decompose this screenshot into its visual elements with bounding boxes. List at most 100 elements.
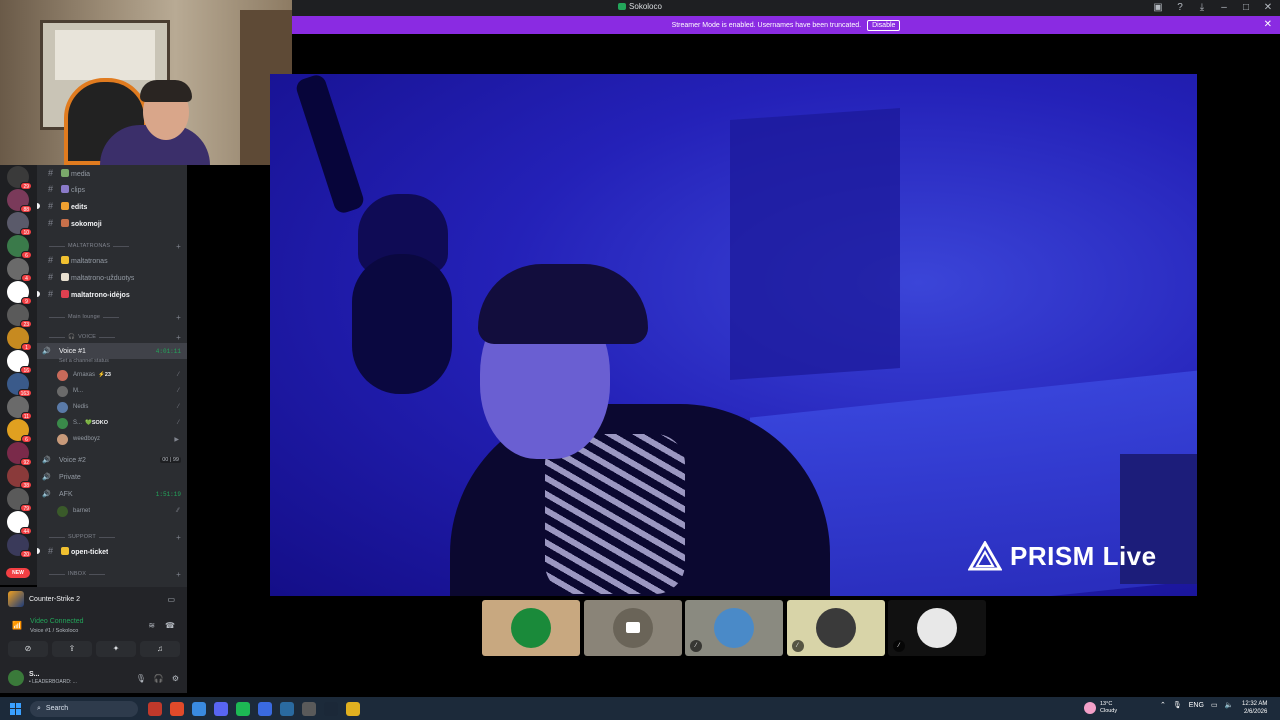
- close-banner-icon[interactable]: ✕: [1264, 19, 1272, 30]
- add-channel-icon[interactable]: +: [176, 570, 181, 579]
- voice-status[interactable]: Video Connected: [30, 618, 84, 625]
- server-icon[interactable]: 10: [7, 212, 32, 236]
- close-window-icon[interactable]: ✕: [1262, 2, 1274, 14]
- taskbar-search[interactable]: ⌕ Search: [30, 700, 138, 717]
- server-icon[interactable]: 6: [7, 235, 32, 259]
- add-channel-icon[interactable]: +: [176, 333, 181, 342]
- headphones-icon[interactable]: 🎧: [154, 674, 164, 683]
- participant-tile[interactable]: ⁄: [888, 600, 986, 656]
- server-icon[interactable]: 20: [7, 534, 32, 558]
- monitor-icon[interactable]: ▭: [167, 595, 175, 604]
- voice-channel-afk[interactable]: 🔊 AFK 1:51:19: [37, 486, 187, 502]
- voice-member[interactable]: M... ⁄: [57, 383, 185, 399]
- add-channel-icon[interactable]: +: [176, 313, 181, 322]
- voice-channel-private[interactable]: 🔊 Private: [37, 469, 187, 485]
- help-icon[interactable]: ?: [1174, 2, 1186, 14]
- mic-tray-icon[interactable]: 🎙: [1173, 701, 1182, 709]
- volume-icon[interactable]: 🔈: [1225, 701, 1234, 709]
- microphone: [352, 254, 452, 394]
- taskbar-app-icon[interactable]: [302, 701, 316, 716]
- voice-channel-2[interactable]: 🔊 Voice #2 00 | 99: [37, 452, 187, 468]
- server-icon[interactable]: 29: [7, 166, 32, 190]
- voice-member[interactable]: Arnaxas ⚡23 ⁄: [57, 367, 185, 383]
- noise-suppression-icon[interactable]: ≋: [148, 621, 155, 630]
- disconnect-icon[interactable]: ☎: [165, 621, 175, 630]
- maximize-icon[interactable]: □: [1240, 2, 1252, 14]
- mic-muted-icon: ⁄: [690, 640, 702, 652]
- channel-media[interactable]: # media: [37, 165, 187, 181]
- voice-member[interactable]: weedboyz ▶: [57, 431, 185, 447]
- chevron-up-icon[interactable]: ⌃: [1160, 701, 1166, 709]
- minimize-icon[interactable]: –: [1218, 2, 1230, 14]
- server-icon[interactable]: 16: [7, 350, 32, 374]
- add-channel-icon[interactable]: +: [176, 533, 181, 542]
- participant-tile[interactable]: ⁄: [685, 600, 783, 656]
- participant-tile[interactable]: [482, 600, 580, 656]
- channel-maltatronas[interactable]: # maltatronas: [37, 252, 187, 268]
- server-icon[interactable]: 92: [7, 442, 32, 466]
- gear-icon[interactable]: ⚙: [172, 674, 179, 683]
- disable-streamer-mode-button[interactable]: Disable: [867, 19, 901, 31]
- weather-widget[interactable]: 13°C Cloudy: [1084, 699, 1154, 717]
- taskbar-app-icon[interactable]: [170, 701, 184, 716]
- speaker-icon: 🔊: [42, 491, 51, 498]
- server-icon[interactable]: 44: [7, 511, 32, 535]
- taskbar-app-icon[interactable]: [192, 701, 206, 716]
- download-icon[interactable]: ⤓: [1196, 2, 1208, 14]
- add-channel-icon[interactable]: +: [176, 242, 181, 251]
- soundboard-button[interactable]: ♫: [140, 641, 180, 657]
- game-activity[interactable]: Counter-Strike 2 ▭: [0, 587, 187, 611]
- share-screen-button[interactable]: ⇪: [52, 641, 92, 657]
- microphone-icon[interactable]: 🎙: [136, 674, 146, 683]
- server-icon[interactable]: 4: [7, 258, 32, 282]
- deafened-icon: ⁄⁄: [176, 508, 179, 514]
- participant-tile[interactable]: ⁄: [786, 600, 885, 656]
- category-main-lounge[interactable]: Main lounge +: [49, 310, 185, 324]
- category-support[interactable]: SUPPORT +: [49, 530, 185, 544]
- channel-edits[interactable]: # edits: [37, 198, 187, 214]
- server-icon[interactable]: 88: [7, 189, 32, 213]
- channel-clips[interactable]: # clips: [37, 181, 187, 197]
- category-inbox[interactable]: INBOX +: [49, 567, 185, 581]
- activities-button[interactable]: ✦: [96, 641, 136, 657]
- server-icon[interactable]: 38: [7, 465, 32, 489]
- voice-member[interactable]: S... 💚SOKO ⁄: [57, 415, 185, 431]
- language-indicator[interactable]: ENG: [1189, 702, 1204, 709]
- taskbar-app-icon[interactable]: [214, 701, 228, 716]
- server-icon[interactable]: 9: [7, 281, 32, 305]
- participant-tile[interactable]: [583, 600, 682, 656]
- taskbar-app-icon[interactable]: [280, 701, 294, 716]
- taskbar-clock[interactable]: 12:32 AM 2/6/2026: [1242, 700, 1267, 716]
- channel-uzduotys[interactable]: # maltatrono-užduotys: [37, 269, 187, 285]
- network-icon[interactable]: ▭: [1211, 701, 1218, 709]
- windows-start-icon[interactable]: [10, 702, 22, 715]
- taskbar-app-icon[interactable]: [346, 701, 360, 716]
- server-icon[interactable]: 79: [7, 488, 32, 512]
- taskbar-app-icon[interactable]: [258, 701, 272, 716]
- taskbar-app-icon[interactable]: [236, 701, 250, 716]
- server-icon[interactable]: 6: [7, 419, 32, 443]
- title-bar-controls: ▣ ? ⤓ – □ ✕: [1152, 2, 1274, 14]
- category-maltatronas[interactable]: MALTATRONAS +: [49, 239, 185, 253]
- server-icon[interactable]: 23: [7, 304, 32, 328]
- channel-open-ticket[interactable]: # open-ticket: [37, 543, 187, 559]
- voice-member[interactable]: Nedis ⁄: [57, 399, 185, 415]
- inbox-icon[interactable]: ▣: [1152, 2, 1164, 14]
- server-icon[interactable]: 11: [7, 396, 32, 420]
- category-voice[interactable]: 🎧 VOICE +: [49, 330, 185, 344]
- afk-member[interactable]: barnet ⁄⁄: [57, 503, 185, 519]
- new-badge[interactable]: NEW: [6, 568, 30, 578]
- user-avatar[interactable]: [8, 670, 24, 686]
- channel-status-prompt[interactable]: Set a channel status: [59, 358, 109, 364]
- signal-icon[interactable]: 📶: [12, 621, 22, 630]
- channel-idejos[interactable]: # maltatrono-idėjos: [37, 286, 187, 302]
- toggle-camera-button[interactable]: ⊘: [8, 641, 48, 657]
- taskbar-app-icon[interactable]: [148, 701, 162, 716]
- voice-channel-1[interactable]: 🔊 Voice #1 4:01:11: [37, 343, 187, 359]
- taskbar-app-icon[interactable]: [324, 701, 338, 716]
- voice-channel-path[interactable]: Voice #1 / Sokoloco: [30, 628, 78, 634]
- server-icon[interactable]: 1: [7, 327, 32, 351]
- stream-video[interactable]: PRISM Live: [270, 74, 1197, 596]
- server-icon[interactable]: 163: [7, 373, 32, 397]
- channel-sokomoji[interactable]: # sokomoji: [37, 215, 187, 231]
